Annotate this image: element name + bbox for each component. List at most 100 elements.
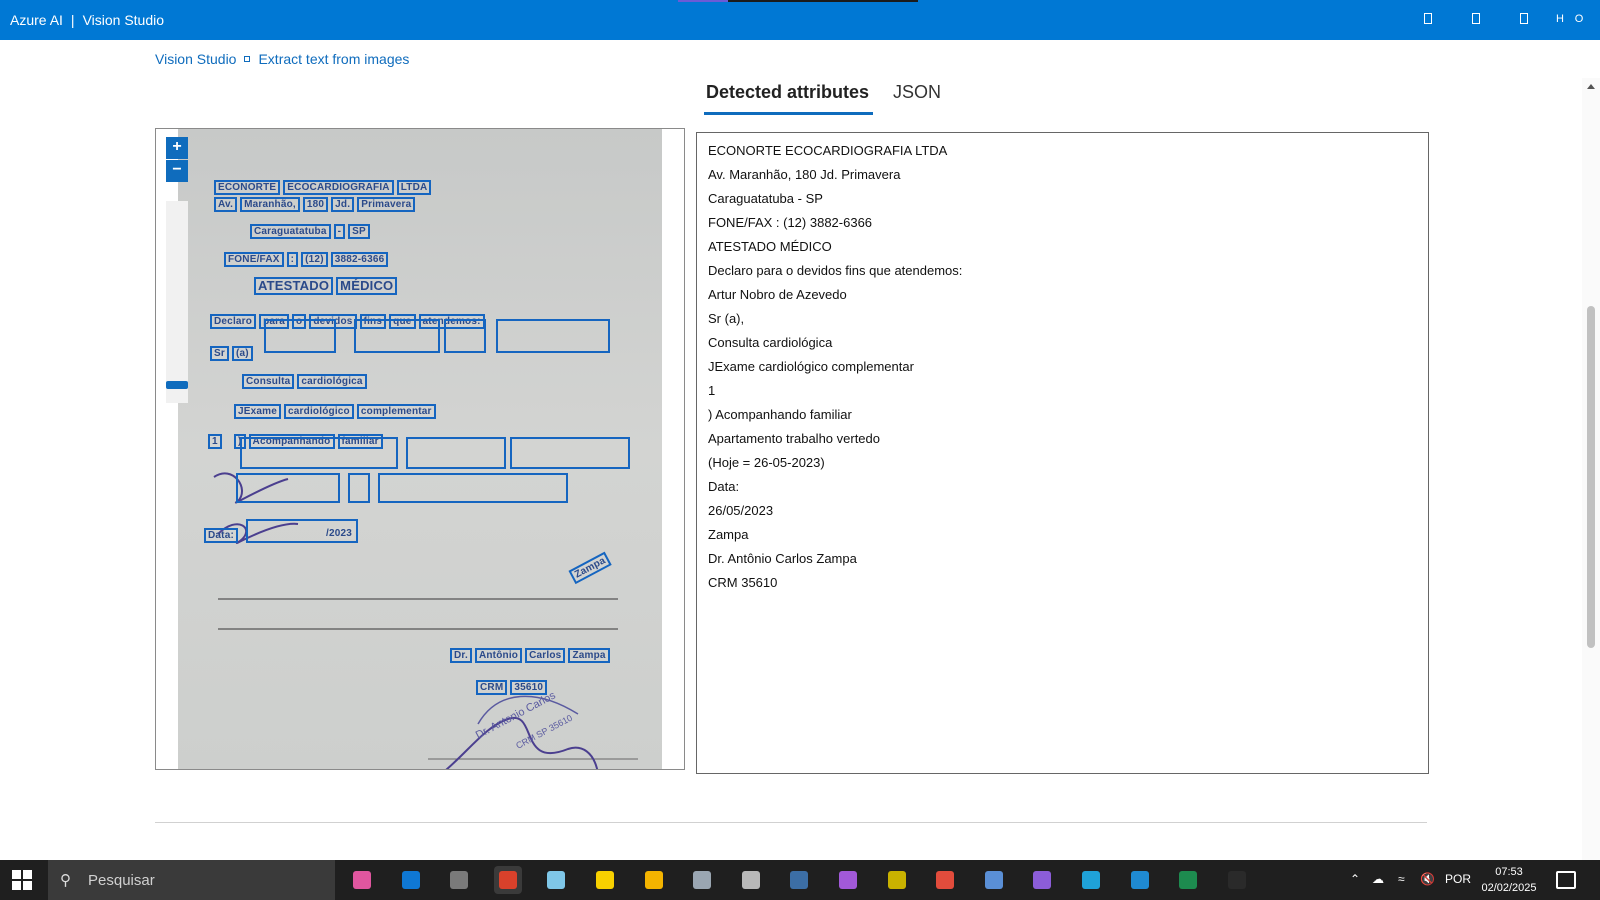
ocr-word[interactable]: - bbox=[333, 224, 346, 239]
handwritten-word-box[interactable] bbox=[378, 473, 568, 503]
file-explorer-icon[interactable] bbox=[640, 866, 668, 894]
visual-studio-icon[interactable] bbox=[834, 866, 862, 894]
chevron-up-icon[interactable]: ⌃ bbox=[1350, 872, 1360, 886]
ocr-word[interactable]: : bbox=[286, 252, 299, 267]
database-glyph bbox=[742, 871, 760, 889]
scroll-up-icon[interactable] bbox=[1587, 84, 1595, 89]
ocr-word[interactable]: 180 bbox=[302, 197, 329, 212]
handwritten-word-box[interactable] bbox=[406, 437, 506, 469]
excel-icon[interactable] bbox=[1174, 866, 1202, 894]
ocr-word[interactable]: Sr bbox=[210, 346, 229, 361]
breadcrumb-current-link[interactable]: Extract text from images bbox=[258, 51, 409, 67]
handwritten-word-box[interactable] bbox=[510, 437, 630, 469]
ocr-word[interactable]: (12) bbox=[301, 252, 328, 267]
vscode-icon[interactable] bbox=[1126, 866, 1154, 894]
notepad-icon[interactable] bbox=[542, 866, 570, 894]
handwritten-word-box[interactable] bbox=[264, 319, 336, 353]
ocr-word[interactable]: /2023 bbox=[324, 528, 355, 539]
ocr-word[interactable]: Antônio bbox=[474, 648, 523, 663]
handwritten-word-box[interactable] bbox=[496, 319, 610, 353]
ocr-word[interactable]: Maranhão, bbox=[240, 197, 300, 212]
page-scrollbar[interactable] bbox=[1582, 78, 1600, 861]
handwritten-word-box[interactable] bbox=[444, 319, 486, 353]
tab-json[interactable]: JSON bbox=[893, 82, 941, 103]
ocr-word[interactable]: JExame bbox=[234, 404, 282, 419]
ocr-word[interactable]: Declaro bbox=[210, 314, 257, 329]
taskbar-search[interactable]: ⚲ Pesquisar bbox=[48, 860, 335, 900]
ocr-word[interactable]: Carlos bbox=[525, 648, 566, 663]
header-label-h[interactable]: H bbox=[1553, 12, 1567, 26]
ocr-word[interactable]: Caraguatatuba bbox=[250, 224, 331, 239]
calculator-icon[interactable] bbox=[445, 866, 473, 894]
ocr-word[interactable]: cardiológico bbox=[284, 404, 354, 419]
ocr-word[interactable]: Av. bbox=[214, 197, 238, 212]
header-label-o[interactable]: O bbox=[1572, 12, 1586, 26]
notification-icon[interactable] bbox=[1556, 871, 1576, 889]
ocr-word[interactable]: Dr. bbox=[450, 648, 472, 663]
ocr-word[interactable]: 3882-6366 bbox=[330, 252, 389, 267]
sticky-notes-icon[interactable] bbox=[591, 866, 619, 894]
chrome-icon[interactable] bbox=[931, 866, 959, 894]
section-divider bbox=[155, 822, 1427, 823]
sql-studio-glyph bbox=[790, 871, 808, 889]
handwritten-word-box[interactable] bbox=[354, 319, 440, 353]
outlook-icon[interactable] bbox=[397, 866, 425, 894]
ocr-word[interactable]: ECONORTE bbox=[214, 180, 281, 195]
windows-start-icon[interactable] bbox=[12, 870, 32, 890]
chrome-glyph bbox=[936, 871, 954, 889]
ocr-word[interactable]: Zampa bbox=[568, 648, 610, 663]
ocr-word[interactable]: Primavera bbox=[357, 197, 416, 212]
cloud-icon[interactable]: ☁ bbox=[1372, 872, 1384, 886]
ocr-word[interactable]: (a) bbox=[231, 346, 253, 361]
tab-detected-attributes[interactable]: Detected attributes bbox=[703, 82, 874, 115]
ocr-word[interactable]: SP bbox=[348, 224, 370, 239]
ocr-word[interactable]: ATESTADO bbox=[254, 277, 334, 295]
panel-icon[interactable] bbox=[1517, 12, 1531, 26]
search-placeholder: Pesquisar bbox=[88, 872, 155, 889]
snipping-tool-icon[interactable] bbox=[494, 866, 522, 894]
power-automate-icon[interactable] bbox=[883, 866, 911, 894]
volume-muted-icon[interactable]: 🔇 bbox=[1420, 872, 1435, 886]
zoom-slider-handle[interactable] bbox=[166, 381, 188, 389]
ocr-word[interactable]: 35610 bbox=[510, 680, 548, 695]
handwritten-word-box[interactable] bbox=[348, 473, 370, 503]
zoom-out-button[interactable]: − bbox=[166, 160, 188, 182]
ocr-line: Dr. Antônio Carlos Zampa bbox=[450, 645, 613, 663]
scrollbar-thumb[interactable] bbox=[1587, 306, 1595, 648]
handwritten-word-box[interactable] bbox=[240, 437, 398, 469]
document-image: Dr. Antonio Carlos CRM SP 35610 ECONORTE… bbox=[178, 129, 662, 769]
copilot-icon[interactable] bbox=[348, 866, 376, 894]
ocr-word[interactable]: LTDA bbox=[396, 180, 432, 195]
handwritten-word-box[interactable] bbox=[236, 473, 340, 503]
ocr-word[interactable]: 1 bbox=[208, 434, 222, 449]
visual-studio-2-icon[interactable] bbox=[1028, 866, 1056, 894]
wifi-icon[interactable]: ≈ bbox=[1398, 872, 1405, 886]
panel-icon[interactable] bbox=[1469, 12, 1483, 26]
zoom-slider[interactable] bbox=[166, 201, 188, 403]
terminal-icon[interactable] bbox=[1223, 866, 1251, 894]
app-title[interactable]: Azure AI | Vision Studio bbox=[10, 12, 164, 28]
ocr-word[interactable]: Data: bbox=[204, 528, 239, 543]
ocr-word[interactable]: Consulta bbox=[242, 374, 295, 389]
breadcrumb-root-link[interactable]: Vision Studio bbox=[155, 51, 236, 67]
snipping-tool-glyph bbox=[499, 871, 517, 889]
ocr-word[interactable]: complementar bbox=[356, 404, 436, 419]
ocr-word[interactable]: CRM bbox=[476, 680, 508, 695]
remote-desktop-icon[interactable] bbox=[980, 866, 1008, 894]
edge-icon[interactable] bbox=[1077, 866, 1105, 894]
ocr-word[interactable]: Jd. bbox=[331, 197, 355, 212]
ocr-word[interactable]: MÉDICO bbox=[336, 277, 398, 295]
ocr-word[interactable]: FONE/FAX bbox=[224, 252, 284, 267]
language-indicator[interactable]: POR bbox=[1445, 872, 1471, 886]
database-icon[interactable] bbox=[737, 866, 765, 894]
system-clock[interactable]: 07:53 02/02/2025 bbox=[1478, 864, 1540, 896]
sql-studio-icon[interactable] bbox=[785, 866, 813, 894]
ocr-line: Data: bbox=[204, 525, 241, 543]
panel-icon[interactable] bbox=[1421, 12, 1435, 26]
visual-studio-glyph bbox=[839, 871, 857, 889]
ocr-word[interactable]: ECOCARDIOGRAFIA bbox=[283, 180, 394, 195]
ocr-word[interactable]: cardiológica bbox=[297, 374, 367, 389]
3d-box-icon[interactable] bbox=[688, 866, 716, 894]
svg-text:CRM SP 35610: CRM SP 35610 bbox=[514, 713, 574, 751]
zoom-in-button[interactable]: + bbox=[166, 137, 188, 159]
